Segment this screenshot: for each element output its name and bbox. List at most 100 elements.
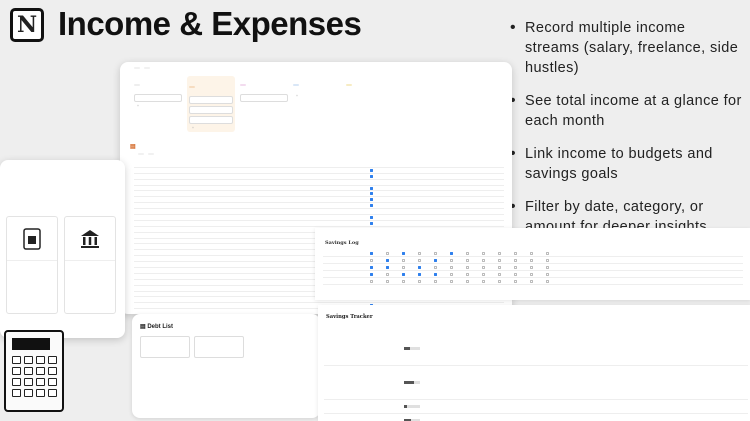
new-page-button[interactable]: + (189, 126, 233, 130)
checkbox[interactable] (401, 258, 405, 262)
checkbox[interactable] (497, 251, 501, 255)
checkbox[interactable] (370, 168, 373, 172)
checkbox[interactable] (481, 258, 485, 262)
checkbox[interactable] (545, 272, 549, 276)
checkbox[interactable] (449, 265, 453, 269)
checkbox[interactable] (417, 265, 421, 269)
checkbox[interactable] (370, 186, 373, 190)
checkbox[interactable] (370, 174, 373, 178)
checkbox[interactable] (370, 192, 373, 196)
checkbox[interactable] (513, 272, 517, 276)
checkbox[interactable] (481, 272, 485, 276)
checkbox[interactable] (465, 279, 469, 283)
table-row[interactable] (323, 271, 743, 278)
checkbox[interactable] (449, 272, 453, 276)
table-row[interactable] (324, 332, 748, 366)
checkbox[interactable] (433, 272, 437, 276)
checkbox[interactable] (385, 279, 389, 283)
checkbox[interactable] (433, 279, 437, 283)
debt-card[interactable] (194, 336, 244, 358)
checkbox[interactable] (369, 265, 373, 269)
checkbox[interactable] (497, 258, 501, 262)
checkbox[interactable] (433, 258, 437, 262)
table-row[interactable] (323, 257, 743, 264)
checkbox[interactable] (513, 251, 517, 255)
account-card[interactable] (64, 216, 116, 314)
checkbox[interactable] (545, 279, 549, 283)
checkbox[interactable] (465, 272, 469, 276)
table-cell (523, 279, 539, 283)
checkbox[interactable] (465, 251, 469, 255)
checkbox[interactable] (417, 279, 421, 283)
checkbox[interactable] (497, 279, 501, 283)
table-row[interactable] (324, 414, 748, 421)
checkbox[interactable] (385, 258, 389, 262)
table-row[interactable] (323, 264, 743, 271)
checkbox[interactable] (465, 258, 469, 262)
checkbox[interactable] (385, 251, 389, 255)
table-row[interactable] (324, 366, 748, 400)
calculator-key (36, 356, 45, 364)
checkbox[interactable] (513, 279, 517, 283)
board-card[interactable] (134, 94, 182, 102)
checkbox[interactable] (385, 272, 389, 276)
checkbox[interactable] (449, 251, 453, 255)
checkbox[interactable] (401, 251, 405, 255)
debt-card[interactable] (140, 336, 190, 358)
checkbox[interactable] (401, 272, 405, 276)
table-row[interactable] (324, 400, 748, 414)
checkbox[interactable] (449, 279, 453, 283)
checkbox[interactable] (433, 251, 437, 255)
column-header (134, 84, 140, 86)
board-card[interactable] (240, 94, 288, 102)
checkbox[interactable] (370, 221, 373, 225)
checkbox[interactable] (370, 198, 373, 202)
checkbox[interactable] (481, 265, 485, 269)
checkbox[interactable] (545, 265, 549, 269)
checkbox[interactable] (545, 251, 549, 255)
savings-tracker-title: Savings Tracker (326, 314, 373, 320)
checkbox[interactable] (497, 265, 501, 269)
checkbox[interactable] (401, 279, 405, 283)
expenses-view-tab[interactable] (138, 153, 144, 155)
table-view-tab[interactable] (144, 67, 150, 69)
checkbox[interactable] (465, 265, 469, 269)
checkbox[interactable] (417, 251, 421, 255)
checkbox[interactable] (545, 258, 549, 262)
checkbox[interactable] (481, 251, 485, 255)
new-page-button[interactable]: + (293, 94, 341, 98)
expenses-view-tab[interactable] (148, 153, 154, 155)
checkbox[interactable] (529, 258, 533, 262)
checkbox[interactable] (417, 272, 421, 276)
checkbox[interactable] (401, 265, 405, 269)
table-cell (363, 258, 379, 262)
checkbox[interactable] (529, 251, 533, 255)
board-card[interactable] (189, 106, 233, 114)
table-row[interactable] (323, 278, 743, 285)
account-card[interactable] (6, 216, 58, 314)
checkbox[interactable] (433, 265, 437, 269)
new-page-button[interactable]: + (134, 104, 182, 108)
checkbox[interactable] (369, 272, 373, 276)
table-row[interactable] (323, 250, 743, 257)
checkbox[interactable] (385, 265, 389, 269)
checkbox[interactable] (529, 279, 533, 283)
board-card[interactable] (189, 96, 233, 104)
checkbox[interactable] (369, 258, 373, 262)
board-card[interactable] (189, 116, 233, 124)
checkbox[interactable] (370, 204, 373, 208)
checkbox[interactable] (529, 272, 533, 276)
checkbox[interactable] (369, 251, 373, 255)
checkbox[interactable] (449, 258, 453, 262)
checkbox[interactable] (497, 272, 501, 276)
calculator-key (48, 356, 57, 364)
checkbox[interactable] (529, 265, 533, 269)
table-cell (411, 279, 427, 283)
checkbox[interactable] (513, 258, 517, 262)
checkbox[interactable] (513, 265, 517, 269)
checkbox[interactable] (369, 279, 373, 283)
checkbox[interactable] (481, 279, 485, 283)
checkbox[interactable] (370, 215, 373, 219)
board-view-tab[interactable] (134, 67, 140, 69)
checkbox[interactable] (417, 258, 421, 262)
